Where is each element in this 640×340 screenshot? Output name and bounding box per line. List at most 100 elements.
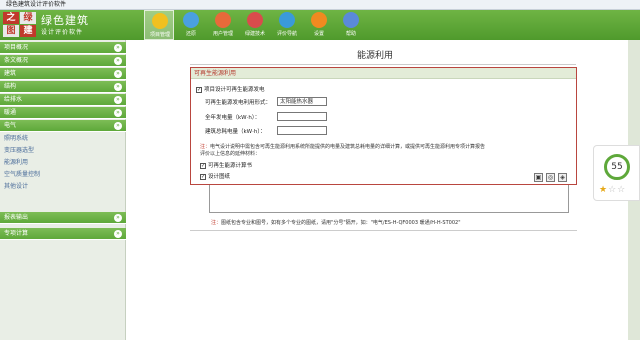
window-titlebar: 绿色建筑设计评价软件: [0, 0, 640, 10]
expand-tool-icon[interactable]: ◈: [558, 173, 567, 182]
nav-label: 还原: [185, 31, 196, 37]
sidebar-item-air-quality[interactable]: 空气质量控制: [0, 170, 126, 180]
logo-cell-4: 建: [20, 25, 36, 37]
nav-project[interactable]: 项目管理: [144, 10, 174, 40]
chevron-icon: »: [114, 70, 122, 78]
sidebar-section-clause-overview[interactable]: 条文概况 »: [0, 55, 126, 67]
checkbox[interactable]: ✓: [196, 86, 202, 93]
field-annual-label: 全年发电量（kW·h）：: [205, 115, 261, 121]
nav-settings[interactable]: 设置: [304, 10, 334, 40]
chevron-icon: »: [114, 109, 122, 117]
tools-icon: [247, 12, 263, 28]
gear-icon: [311, 12, 327, 28]
drawings-checkbox-row[interactable]: ✓ 设计图纸: [200, 172, 230, 180]
renewable-energy-panel: 可再生能源利用 ✓ 项目设计可再生能源发电 可再生能源发电利用形式： 太阳能热水器…: [190, 67, 577, 185]
chevron-icon: »: [114, 44, 122, 52]
nav-green-tech[interactable]: 绿建技术: [240, 10, 270, 40]
sidebar-section-special-calc[interactable]: 专项计算 »: [0, 228, 126, 240]
field-building-label: 建筑总耗电量（kW·h）：: [205, 129, 266, 135]
logo-title: 绿色建筑: [41, 14, 89, 27]
note-text-2: 评价以上信息的延伸材料：: [200, 151, 261, 157]
chevron-icon: »: [114, 122, 122, 130]
checkbox-label: 设计图纸: [208, 174, 231, 180]
sidebar-item-energy-use[interactable]: 能源利用: [0, 158, 126, 168]
app-header: 之 绿 图 建 绿色建筑 设计评价软件 项目管理 还原 用户管理 绿建技术 评价…: [0, 10, 640, 40]
project-folder-icon: [152, 13, 168, 29]
star-rating: ★☆☆: [599, 185, 626, 195]
bottom-note: 注：图纸包含专业和图号，如有多个专业的图纸，请用"分号"隔开，如："电气/ES-…: [211, 219, 461, 226]
logo-cell-1: 之: [3, 12, 19, 24]
sidebar-section-label: 建筑: [4, 70, 17, 77]
form-input[interactable]: 太阳能热水器: [277, 97, 327, 106]
sidebar-section-label: 专项计算: [4, 230, 29, 237]
checkbox[interactable]: ✓: [200, 173, 206, 180]
score-badge: 55: [604, 154, 630, 180]
sidebar-section-hvac[interactable]: 暖通 »: [0, 107, 126, 119]
nav-label: 设置: [313, 31, 324, 37]
sidebar-item-other-design[interactable]: 其他设计: [0, 182, 126, 192]
sidebar-section-label: 报表输出: [4, 214, 29, 221]
nav-label: 用户管理: [212, 31, 233, 37]
bottom-note-prefix: 注：: [211, 220, 222, 226]
chevron-icon: »: [114, 57, 122, 65]
sidebar-section-architecture[interactable]: 建筑 »: [0, 68, 126, 80]
nav-restore[interactable]: 还原: [176, 10, 206, 40]
logo-mark: 之 绿 图 建: [3, 12, 37, 38]
star-filled-icon: ★: [599, 185, 609, 195]
sidebar-item-lighting[interactable]: 照明系统: [0, 134, 126, 144]
chevron-icon: »: [114, 214, 122, 222]
panel-note: 注：电气设计说明中需包含可再生能源利用系统所能提供的电量及建筑总耗电量的详细计算…: [200, 144, 560, 158]
score-widget[interactable]: 55 ★☆☆: [593, 145, 640, 201]
calc-book-checkbox-row[interactable]: ✓ 可再生能源计算书: [200, 161, 252, 169]
divider: [190, 230, 577, 231]
sidebar: 项目概况 » 条文概况 » 建筑 » 结构 » 给排水 » 暖通 » 电气 » 照明系统 变压…: [0, 40, 126, 340]
note-prefix: 注：: [200, 144, 211, 150]
sidebar-section-structure[interactable]: 结构 »: [0, 81, 126, 93]
chevron-icon: »: [114, 83, 122, 91]
sidebar-section-label: 给排水: [4, 96, 23, 103]
sidebar-section-label: 条文概况: [4, 57, 29, 64]
checkbox[interactable]: ✓: [200, 162, 206, 169]
nav-label: 项目管理: [149, 32, 170, 38]
nav-eval-guide[interactable]: 评价导航: [272, 10, 302, 40]
field-form-label: 可再生能源发电利用形式：: [205, 100, 272, 106]
logo-subtitle: 设计评价软件: [41, 29, 84, 36]
settings-tool-icon[interactable]: ◎: [546, 173, 555, 182]
sidebar-section-electrical[interactable]: 电气 »: [0, 120, 126, 132]
nav-help[interactable]: 帮助: [336, 10, 366, 40]
chevron-icon: »: [114, 96, 122, 104]
building-consumption-input[interactable]: [277, 126, 327, 135]
compass-icon: [279, 12, 295, 28]
sidebar-section-label: 项目概况: [4, 44, 29, 51]
sidebar-section-label: 结构: [4, 83, 17, 90]
renewable-checkbox-row[interactable]: ✓ 项目设计可再生能源发电: [196, 85, 265, 93]
note-text: 电气设计说明中需包含可再生能源利用系统所能提供的电量及建筑总耗电量的详细计算，或…: [210, 144, 486, 150]
app-logo: 之 绿 图 建 绿色建筑 设计评价软件: [3, 12, 113, 38]
sidebar-section-plumbing[interactable]: 给排水 »: [0, 94, 126, 106]
logo-cell-3: 图: [3, 25, 19, 37]
checkbox-label: 可再生能源计算书: [208, 163, 253, 169]
star-empty-icon: ☆: [617, 185, 627, 195]
page-title: 能源利用: [357, 51, 394, 61]
annual-generation-input[interactable]: [277, 112, 327, 121]
drawings-textarea[interactable]: [209, 185, 569, 213]
restore-icon: [183, 12, 199, 28]
sidebar-item-transformer[interactable]: 变压器选型: [0, 146, 126, 156]
nav-users[interactable]: 用户管理: [208, 10, 238, 40]
nav-label: 帮助: [345, 31, 356, 37]
bottom-note-text: 图纸包含专业和图号，如有多个专业的图纸，请用"分号"隔开，如："电气/ES-H-…: [221, 220, 461, 226]
nav-label: 评价导航: [276, 31, 297, 37]
sidebar-section-report-output[interactable]: 报表输出 »: [0, 212, 126, 224]
image-tool-icon[interactable]: ▣: [534, 173, 543, 182]
checkbox-label: 项目设计可再生能源发电: [204, 87, 265, 93]
sidebar-section-label: 电气: [4, 122, 17, 129]
main-content: 能源利用 可再生能源利用 ✓ 项目设计可再生能源发电 可再生能源发电利用形式： 太…: [127, 40, 640, 340]
sidebar-section-project-overview[interactable]: 项目概况 »: [0, 42, 126, 54]
star-empty-icon: ☆: [608, 185, 618, 195]
nav-label: 绿建技术: [244, 31, 265, 37]
panel-header: 可再生能源利用: [191, 68, 576, 79]
help-icon: [343, 12, 359, 28]
divider: [190, 64, 576, 65]
users-icon: [215, 12, 231, 28]
chevron-icon: »: [114, 230, 122, 238]
